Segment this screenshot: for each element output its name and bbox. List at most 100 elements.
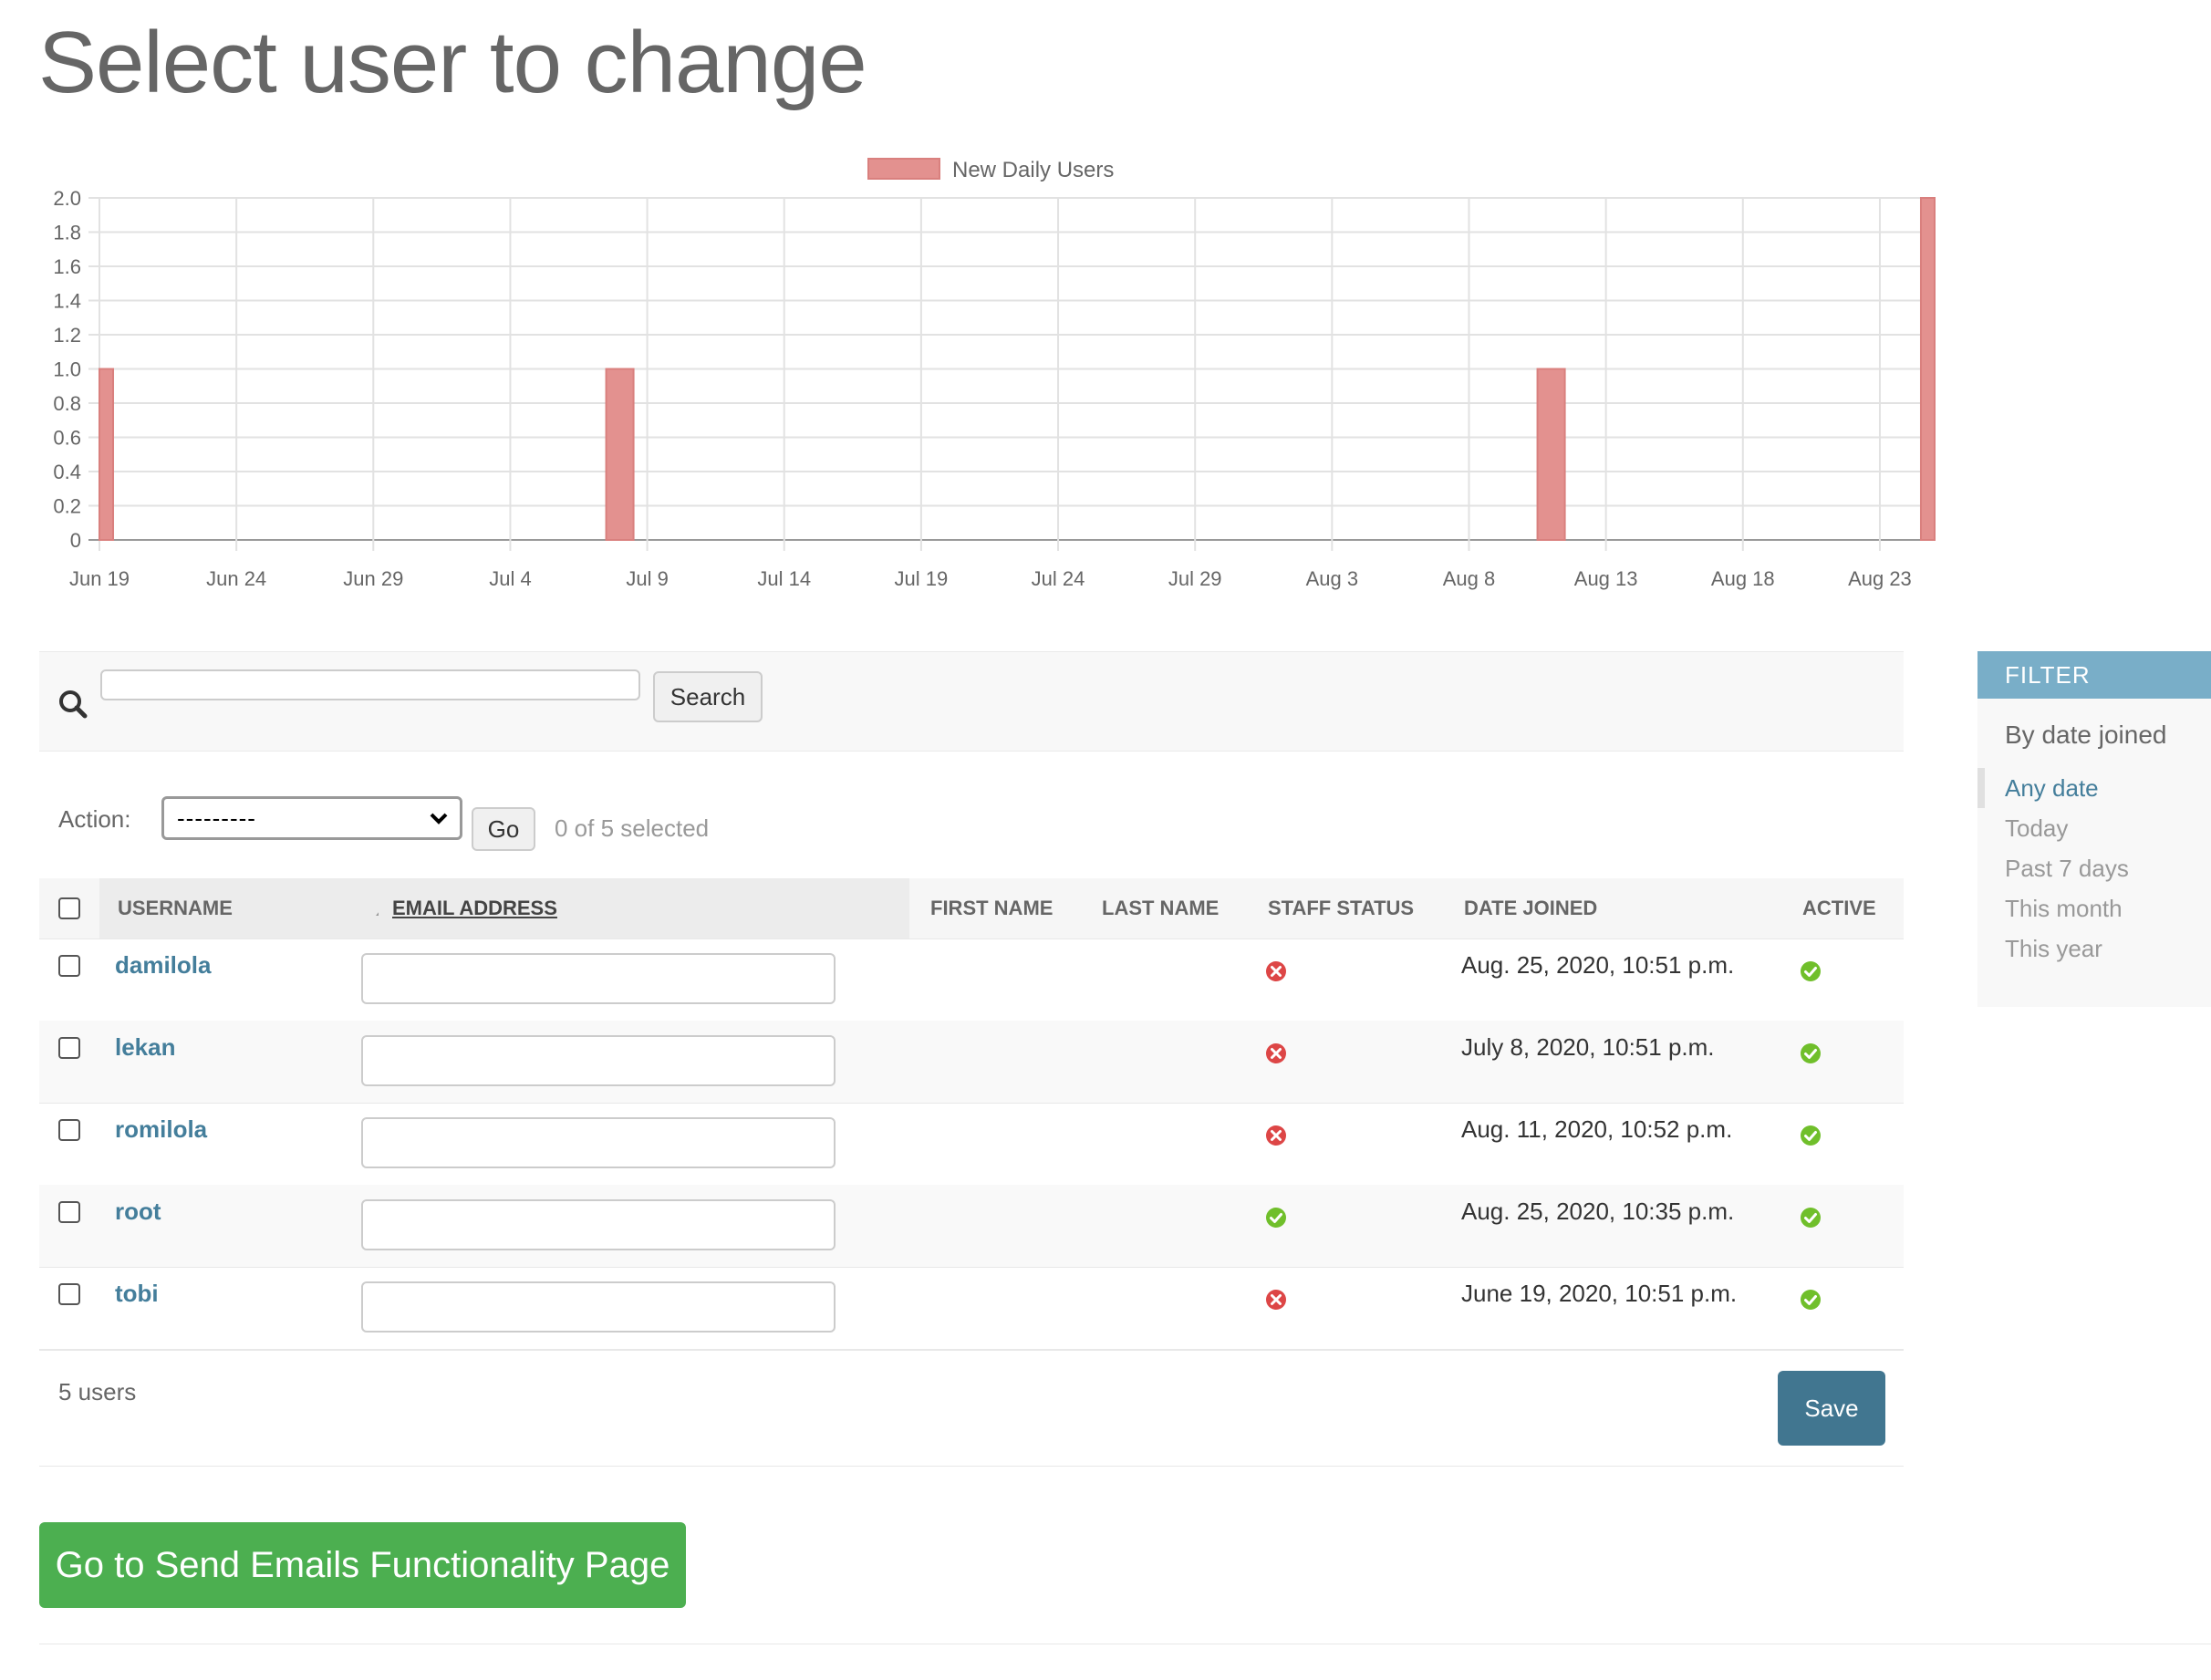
x-tick-label: Jul 29	[1168, 567, 1222, 590]
search-bar: Search	[39, 651, 1904, 752]
bar	[99, 368, 115, 541]
email-field[interactable]	[361, 1199, 836, 1250]
email-field[interactable]	[361, 953, 836, 1004]
column-username[interactable]: USERNAME	[99, 878, 390, 939]
date-joined: Aug. 11, 2020, 10:52 p.m.	[1461, 1115, 1733, 1143]
column-email[interactable]: EMAIL ADDRESS	[379, 878, 909, 939]
username-link[interactable]: root	[115, 1198, 161, 1226]
x-tick-label: Jun 19	[69, 567, 130, 590]
column-active: ACTIVE	[1802, 897, 1876, 919]
table-row: tobi June 19, 2020, 10:51 p.m.	[39, 1267, 1904, 1350]
date-joined: July 8, 2020, 10:51 p.m.	[1461, 1033, 1715, 1061]
x-tick-label: Jul 9	[626, 567, 668, 590]
x-tick-label: Jun 29	[343, 567, 403, 590]
y-tick-label: 0.2	[53, 495, 81, 518]
column-username-label: USERNAME	[118, 897, 233, 919]
table-footer-divider	[39, 1349, 1904, 1351]
selection-counter: 0 of 5 selected	[555, 814, 710, 842]
x-tick-label: Jul 14	[757, 567, 811, 590]
filter-option-past-7-days[interactable]: Past 7 days	[2005, 855, 2129, 883]
row-checkbox[interactable]	[58, 1201, 80, 1223]
y-tick-label: 1.4	[53, 290, 81, 313]
staff-status-yes-icon	[1266, 1208, 1286, 1228]
bar	[1536, 368, 1566, 541]
select-all-checkbox[interactable]	[58, 897, 80, 919]
active-yes-icon	[1801, 961, 1821, 981]
y-tick-label: 1.2	[53, 324, 81, 347]
filter-option-this-year[interactable]: This year	[2005, 935, 2102, 963]
y-tick-label: 0.8	[53, 392, 81, 415]
send-emails-button[interactable]: Go to Send Emails Functionality Page	[39, 1522, 686, 1608]
column-email-label[interactable]: EMAIL ADDRESS	[392, 878, 557, 939]
column-staff-status: STAFF STATUS	[1268, 897, 1415, 919]
legend-swatch	[867, 158, 940, 180]
y-tick-label: 1.6	[53, 255, 81, 278]
bar	[605, 368, 635, 541]
action-select[interactable]: ---------	[161, 796, 462, 840]
result-count: 5 users	[58, 1378, 137, 1405]
username-link[interactable]: tobi	[115, 1280, 159, 1308]
y-tick-label: 1.8	[53, 222, 81, 244]
results-table-header: USERNAME EMAIL ADDRESS FIRST NAME LAST N…	[39, 878, 1904, 939]
action-label: Action:	[58, 805, 131, 833]
save-button[interactable]: Save	[1778, 1371, 1885, 1446]
email-field[interactable]	[361, 1035, 836, 1086]
active-yes-icon	[1801, 1125, 1821, 1146]
go-button[interactable]: Go	[472, 807, 535, 851]
row-checkbox[interactable]	[58, 955, 80, 977]
column-first-name: FIRST NAME	[930, 897, 1054, 919]
search-button[interactable]: Search	[653, 671, 763, 722]
table-row: damilola Aug. 25, 2020, 10:51 p.m.	[39, 939, 1904, 1021]
email-field[interactable]	[361, 1117, 836, 1168]
page-title: Select user to change	[38, 14, 867, 111]
x-tick-label: Aug 18	[1711, 567, 1775, 590]
staff-status-no-icon	[1266, 1043, 1286, 1063]
column-last-name: LAST NAME	[1102, 897, 1220, 919]
filter-option-any-date[interactable]: Any date	[2005, 774, 2099, 803]
search-input[interactable]	[100, 669, 640, 700]
action-select-value: ---------	[177, 804, 256, 832]
y-tick-label: 0.6	[53, 427, 81, 450]
active-yes-icon	[1801, 1043, 1821, 1063]
table-row: romilola Aug. 11, 2020, 10:52 p.m.	[39, 1103, 1904, 1186]
chevron-down-icon	[430, 813, 448, 824]
y-tick-label: 0.4	[53, 461, 81, 483]
x-tick-label: Jul 4	[489, 567, 531, 590]
y-tick-label: 0	[70, 529, 81, 552]
column-date-joined: DATE JOINED	[1464, 897, 1598, 919]
x-tick-label: Aug 8	[1443, 567, 1496, 590]
active-yes-icon	[1801, 1208, 1821, 1228]
x-tick-label: Aug 3	[1306, 567, 1359, 590]
table-row: root Aug. 25, 2020, 10:35 p.m.	[39, 1185, 1904, 1268]
table-row: lekan July 8, 2020, 10:51 p.m.	[39, 1021, 1904, 1104]
filter-subheading: By date joined	[2005, 721, 2167, 749]
row-checkbox[interactable]	[58, 1037, 80, 1059]
x-tick-label: Jul 19	[895, 567, 949, 590]
username-link[interactable]: lekan	[115, 1033, 176, 1062]
x-tick-label: Aug 23	[1848, 567, 1912, 590]
email-field[interactable]	[361, 1281, 836, 1333]
bar	[1919, 197, 1936, 541]
selected-filter-marker	[1977, 768, 1985, 808]
date-joined: Aug. 25, 2020, 10:51 p.m.	[1461, 951, 1735, 979]
x-tick-label: Jun 24	[206, 567, 266, 590]
y-tick-label: 1.0	[53, 358, 81, 381]
y-tick-label: 2.0	[53, 187, 81, 210]
row-checkbox[interactable]	[58, 1283, 80, 1305]
row-checkbox[interactable]	[58, 1119, 80, 1141]
filter-heading: FILTER	[1977, 651, 2211, 699]
user-changelist-page: Select user to change 0 0.2 0.4 0.6 0.8 1.0 1.…	[0, 0, 2211, 1680]
staff-status-no-icon	[1266, 1125, 1286, 1146]
username-link[interactable]: romilola	[115, 1115, 207, 1144]
date-joined: June 19, 2020, 10:51 p.m.	[1461, 1280, 1738, 1307]
staff-status-no-icon	[1266, 961, 1286, 981]
username-link[interactable]: damilola	[115, 951, 211, 980]
date-joined: Aug. 25, 2020, 10:35 p.m.	[1461, 1198, 1735, 1225]
filter-option-this-month[interactable]: This month	[2005, 895, 2123, 923]
x-tick-label: Jul 24	[1032, 567, 1085, 590]
x-tick-label: Aug 13	[1574, 567, 1638, 590]
staff-status-no-icon	[1266, 1290, 1286, 1310]
filter-panel: FILTER By date joined Any date Today Pas…	[1977, 651, 2211, 1007]
filter-option-today[interactable]: Today	[2005, 814, 2068, 843]
new-daily-users-chart: 0 0.2 0.4 0.6 0.8 1.0 1.2 1.4 1.6 1.8 2.0 Jun 19 Jun…	[53, 158, 1936, 590]
